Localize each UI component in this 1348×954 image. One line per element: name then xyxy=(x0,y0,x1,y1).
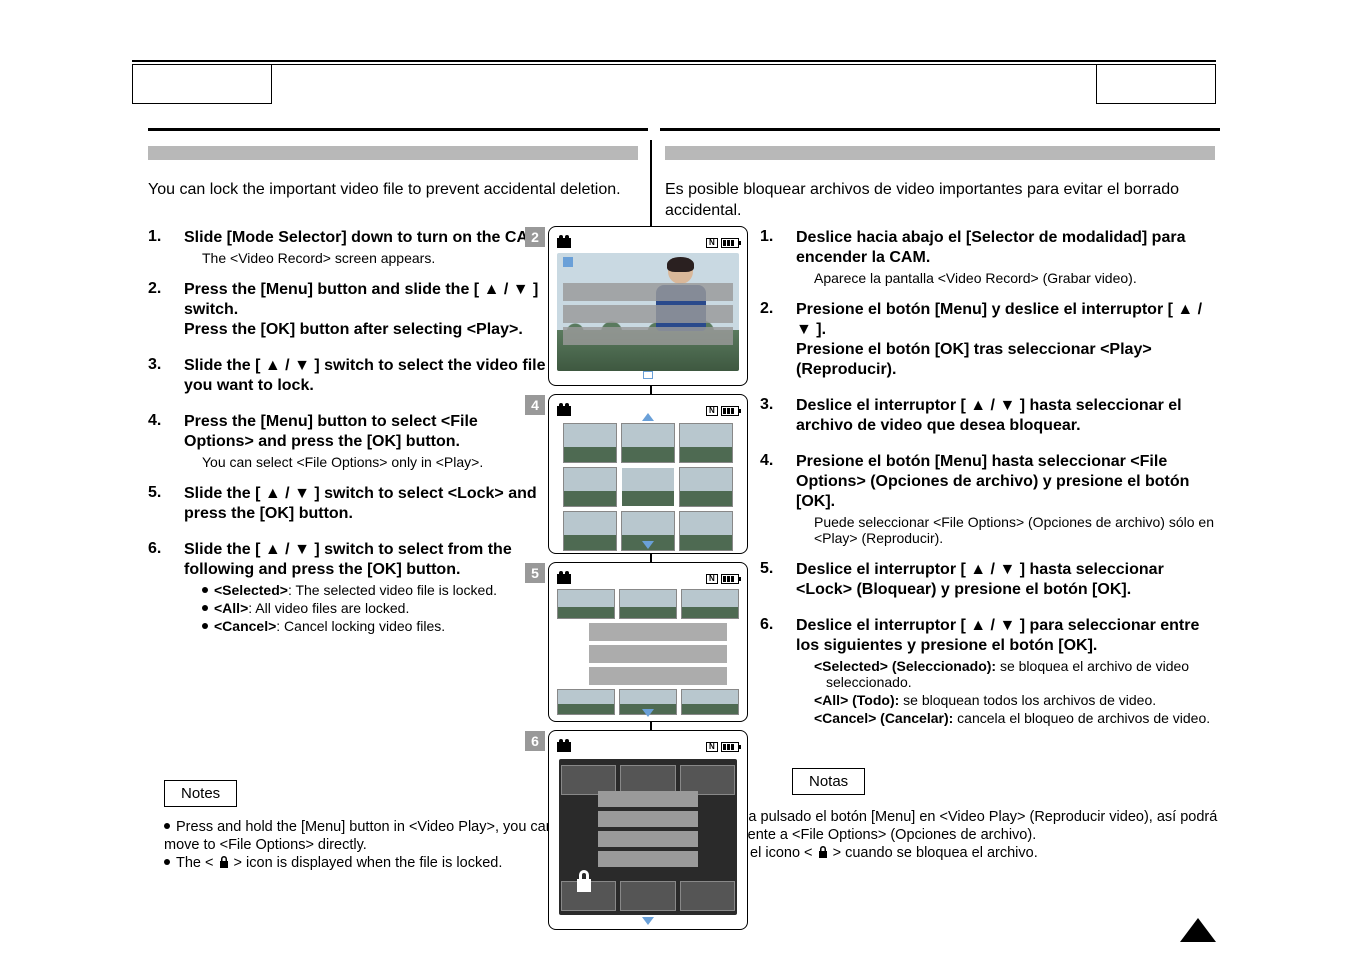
note-item: Aparece el icono < > cuando se bloquea e… xyxy=(680,844,1220,862)
title-bar-left xyxy=(148,146,638,160)
arrow-down-icon xyxy=(642,541,654,549)
step-head: Deslice hacia abajo el [Selector de moda… xyxy=(796,228,1215,268)
camera-icon xyxy=(557,574,571,584)
rule-left xyxy=(148,128,648,131)
camera-icon xyxy=(557,238,571,248)
lock-icon xyxy=(218,855,230,869)
step-head: Presione el botón [Menu] hasta seleccion… xyxy=(796,452,1215,512)
step-head: Deslice el interruptor [ ▲ / ▼ ] hasta s… xyxy=(796,396,1215,436)
battery-icon xyxy=(721,238,739,248)
memory-icon xyxy=(706,238,718,248)
page-corner-triangle xyxy=(1180,918,1216,942)
notes-label-en: Notes xyxy=(164,780,237,807)
memory-icon xyxy=(706,742,718,752)
screenshot-4: 4 xyxy=(548,394,748,554)
thumb-row xyxy=(563,467,733,507)
step-desc: Aparece la pantalla <Video Record> (Grab… xyxy=(814,270,1215,286)
option: <Selected>: The selected video file is l… xyxy=(202,582,548,598)
rule-right xyxy=(660,128,1220,131)
notes-es: Mantenga pulsado el botón [Menu] en <Vid… xyxy=(680,808,1220,862)
memory-icon xyxy=(706,574,718,584)
title-bar-right xyxy=(665,146,1215,160)
option: <Selected> (Seleccionado): se bloquea el… xyxy=(814,658,1215,690)
arrow-up-icon xyxy=(642,413,654,421)
rule-top xyxy=(132,60,1216,62)
lock-icon xyxy=(817,845,829,859)
battery-icon xyxy=(721,742,739,752)
arrow-down-icon xyxy=(642,917,654,925)
step-head: Press the [Menu] button to select <File … xyxy=(184,412,548,452)
header-box-right xyxy=(1096,64,1216,104)
intro-en: You can lock the important video file to… xyxy=(148,180,628,201)
arrow-down-icon xyxy=(642,709,654,717)
header-box-left xyxy=(132,64,272,104)
step-head: Deslice el interruptor [ ▲ / ▼ ] hasta s… xyxy=(796,560,1215,600)
rule-top-thin xyxy=(132,64,1216,65)
steps-es: 1.Deslice hacia abajo el [Selector de mo… xyxy=(760,228,1215,740)
battery-icon xyxy=(721,574,739,584)
camera-icon xyxy=(557,742,571,752)
screenshot-number: 4 xyxy=(525,395,545,415)
step-desc: Puede seleccionar <File Options> (Opcion… xyxy=(814,514,1215,546)
thumb-row xyxy=(557,589,739,619)
cursor-icon xyxy=(643,371,653,379)
intro-es: Es posible bloquear archivos de video im… xyxy=(665,180,1225,222)
screenshot-6: 6 xyxy=(548,730,748,930)
step-head: Slide the [ ▲ / ▼ ] switch to select the… xyxy=(184,356,548,396)
step-head: Presione el botón [Menu] y deslice el in… xyxy=(796,300,1215,380)
option: <Cancel> (Cancelar): cancela el bloqueo … xyxy=(814,710,1215,726)
camera-icon xyxy=(557,406,571,416)
screenshot-number: 6 xyxy=(525,731,545,751)
menu-bar xyxy=(589,645,727,663)
step-head: Press the [Menu] button and slide the [ … xyxy=(184,280,548,340)
step-head: Deslice el interruptor [ ▲ / ▼ ] para se… xyxy=(796,616,1215,656)
option: <All>: All video files are locked. xyxy=(202,600,548,616)
screenshot-5: 5 xyxy=(548,562,748,722)
menu-bar xyxy=(563,305,733,323)
note-item: Press and hold the [Menu] button in <Vid… xyxy=(164,818,554,854)
screenshot-number: 2 xyxy=(525,227,545,247)
battery-icon xyxy=(721,406,739,416)
step-desc: You can select <File Options> only in <P… xyxy=(202,454,548,470)
note-item: The < > icon is displayed when the file … xyxy=(164,854,554,872)
option-panel xyxy=(598,791,698,871)
option: <Cancel>: Cancel locking video files. xyxy=(202,618,548,634)
thumb-row xyxy=(563,423,733,463)
lock-icon xyxy=(573,868,595,897)
menu-bar xyxy=(563,283,733,301)
option: <All> (Todo): se bloquean todos los arch… xyxy=(814,692,1215,708)
step-head: Slide [Mode Selector] down to turn on th… xyxy=(184,228,548,248)
step-head: Slide the [ ▲ / ▼ ] switch to select fro… xyxy=(184,540,548,580)
note-item: Mantenga pulsado el botón [Menu] en <Vid… xyxy=(680,808,1220,844)
marker-icon xyxy=(563,257,573,267)
menu-bar xyxy=(589,623,727,641)
step-desc: The <Video Record> screen appears. xyxy=(202,250,548,266)
screenshot-2: 2 xyxy=(548,226,748,386)
notes-label-es: Notas xyxy=(792,768,865,795)
step-head: Slide the [ ▲ / ▼ ] switch to select <Lo… xyxy=(184,484,548,524)
menu-bar xyxy=(563,327,733,345)
memory-icon xyxy=(706,406,718,416)
screenshot-number: 5 xyxy=(525,563,545,583)
steps-en: 1.Slide [Mode Selector] down to turn on … xyxy=(148,228,548,648)
menu-bar xyxy=(589,667,727,685)
notes-en: Press and hold the [Menu] button in <Vid… xyxy=(164,818,554,872)
